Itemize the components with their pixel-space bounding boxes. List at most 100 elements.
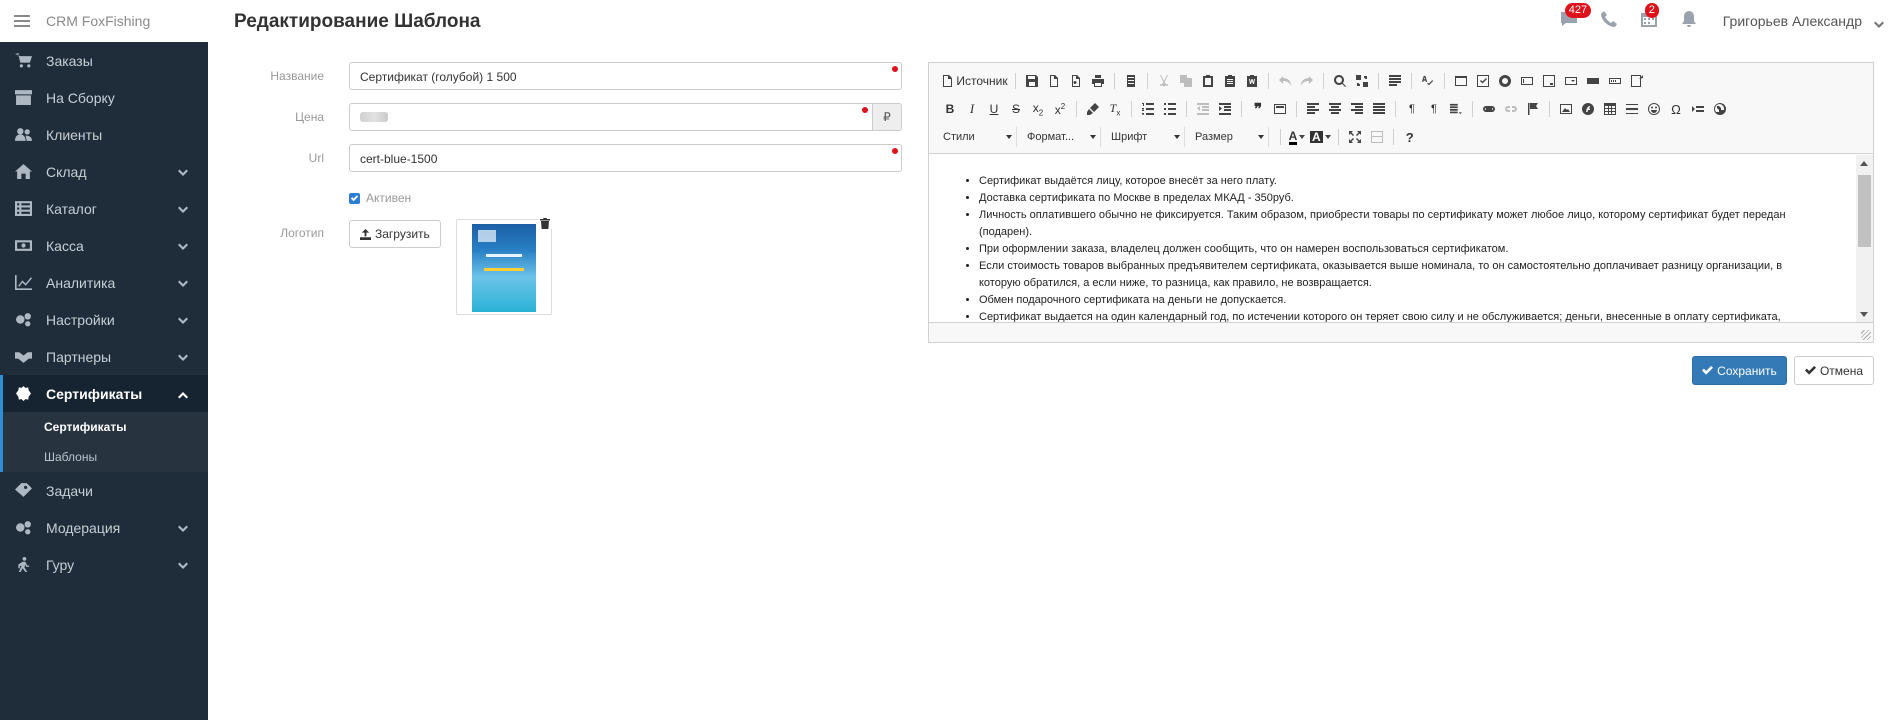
anchor-button[interactable] [1522,98,1544,120]
underline-button[interactable]: U [983,98,1005,120]
scroll-up-icon[interactable] [1860,161,1868,166]
copy-format-button[interactable] [1082,98,1104,120]
image-button-button[interactable] [1626,70,1648,92]
size-combo[interactable]: Размер [1191,127,1269,147]
font-combo[interactable]: Шрифт [1107,127,1185,147]
horizontal-rule-button[interactable] [1621,98,1643,120]
checkbox-button[interactable] [1472,70,1494,92]
paste-text-button[interactable] [1219,70,1241,92]
source-button[interactable]: Источник [939,70,1010,92]
align-center-button[interactable] [1324,98,1346,120]
save-button[interactable]: Сохранить [1692,356,1787,385]
price-input[interactable] [349,103,873,131]
show-blocks-button[interactable] [1366,126,1388,148]
templates-button[interactable] [1120,70,1142,92]
language-button[interactable] [1445,98,1467,120]
sidebar-item-partners[interactable]: Партнеры [0,338,208,375]
phone-button[interactable] [1589,0,1629,42]
cut-button[interactable] [1153,70,1175,92]
cancel-button[interactable]: Отмена [1794,356,1874,385]
sidebar-item-moderation[interactable]: Модерация [0,509,208,546]
calendar-button[interactable]: 2 [1629,0,1669,42]
url-input[interactable]: cert-blue-1500 [349,144,902,172]
format-combo[interactable]: Формат... [1023,127,1101,147]
sidebar-item-guru[interactable]: Гуру [0,546,208,583]
subscript-button[interactable]: x2 [1027,98,1049,120]
radio-button[interactable] [1494,70,1516,92]
italic-button[interactable]: I [961,98,983,120]
name-input[interactable]: Сертификат (голубой) 1 500 [349,62,902,90]
form-button[interactable] [1450,70,1472,92]
bullet-list-button[interactable] [1159,98,1181,120]
table-button[interactable] [1599,98,1621,120]
sidebar-subitem-certificates[interactable]: Сертификаты [0,412,208,442]
redo-button[interactable] [1296,70,1318,92]
indent-button[interactable] [1214,98,1236,120]
link-button[interactable] [1478,98,1500,120]
hidden-field-button[interactable] [1604,70,1626,92]
sidebar-item-certificates[interactable]: Сертификаты [0,375,208,412]
user-menu[interactable]: Григорьев Александр [1709,13,1898,29]
resize-handle-icon[interactable] [1861,330,1871,340]
unlink-button[interactable] [1500,98,1522,120]
upload-button[interactable]: Загрузить [349,220,441,248]
sidebar-item-cash[interactable]: Касса [0,227,208,264]
select-field-button[interactable] [1560,70,1582,92]
special-char-button[interactable]: Ω [1665,98,1687,120]
div-container-button[interactable] [1269,98,1291,120]
sidebar-item-settings[interactable]: Настройки [0,301,208,338]
messages-button[interactable]: 427 [1549,0,1592,42]
paste-button[interactable] [1197,70,1219,92]
sidebar-item-assembly[interactable]: На Сборку [0,79,208,116]
rtl-button[interactable]: ¶ [1423,98,1445,120]
align-justify-button[interactable] [1368,98,1390,120]
textfield-button[interactable] [1516,70,1538,92]
print-button[interactable] [1087,70,1109,92]
strike-button[interactable]: S [1005,98,1027,120]
textarea-button[interactable] [1538,70,1560,92]
maximize-button[interactable] [1344,126,1366,148]
new-page-button[interactable] [1043,70,1065,92]
scroll-down-icon[interactable] [1860,312,1868,317]
bg-color-button[interactable]: A [1308,126,1333,148]
paste-word-button[interactable] [1241,70,1263,92]
scrollbar-thumb[interactable] [1858,175,1871,247]
menu-toggle-icon[interactable] [14,15,30,27]
editor-content[interactable]: Сертификат выдаётся лицу, которое внесёт… [929,155,1857,323]
align-left-button[interactable] [1302,98,1324,120]
page-break-button[interactable] [1687,98,1709,120]
sidebar-item-clients[interactable]: Клиенты [0,116,208,153]
button-field-button[interactable] [1582,70,1604,92]
align-right-button[interactable] [1346,98,1368,120]
find-button[interactable] [1329,70,1351,92]
sidebar-item-catalog[interactable]: Каталог [0,190,208,227]
spellcheck-button[interactable] [1417,70,1439,92]
save-doc-button[interactable] [1021,70,1043,92]
text-color-button[interactable]: A [1286,126,1308,148]
outdent-button[interactable] [1192,98,1214,120]
styles-combo[interactable]: Стили [939,127,1017,147]
remove-format-button[interactable]: Tx [1104,98,1126,120]
numbered-list-button[interactable] [1137,98,1159,120]
select-all-button[interactable] [1384,70,1406,92]
bold-button[interactable]: B [939,98,961,120]
undo-button[interactable] [1274,70,1296,92]
image-button[interactable] [1555,98,1577,120]
copy-button[interactable] [1175,70,1197,92]
replace-button[interactable] [1351,70,1373,92]
notifications-button[interactable] [1669,0,1709,42]
sidebar-item-tasks[interactable]: Задачи [0,472,208,509]
sidebar-subitem-templates[interactable]: Шаблоны [0,442,208,472]
iframe-button[interactable] [1709,98,1731,120]
preview-button[interactable] [1065,70,1087,92]
superscript-button[interactable]: x2 [1049,98,1071,120]
flash-button[interactable] [1577,98,1599,120]
active-checkbox[interactable] [349,193,360,204]
sidebar-item-analytics[interactable]: Аналитика [0,264,208,301]
delete-logo-button[interactable] [537,216,553,232]
blockquote-button[interactable]: ❞ [1247,98,1269,120]
ltr-button[interactable]: ¶ [1401,98,1423,120]
editor-scrollbar[interactable] [1856,155,1873,323]
sidebar-item-warehouse[interactable]: Склад [0,153,208,190]
smiley-button[interactable] [1643,98,1665,120]
